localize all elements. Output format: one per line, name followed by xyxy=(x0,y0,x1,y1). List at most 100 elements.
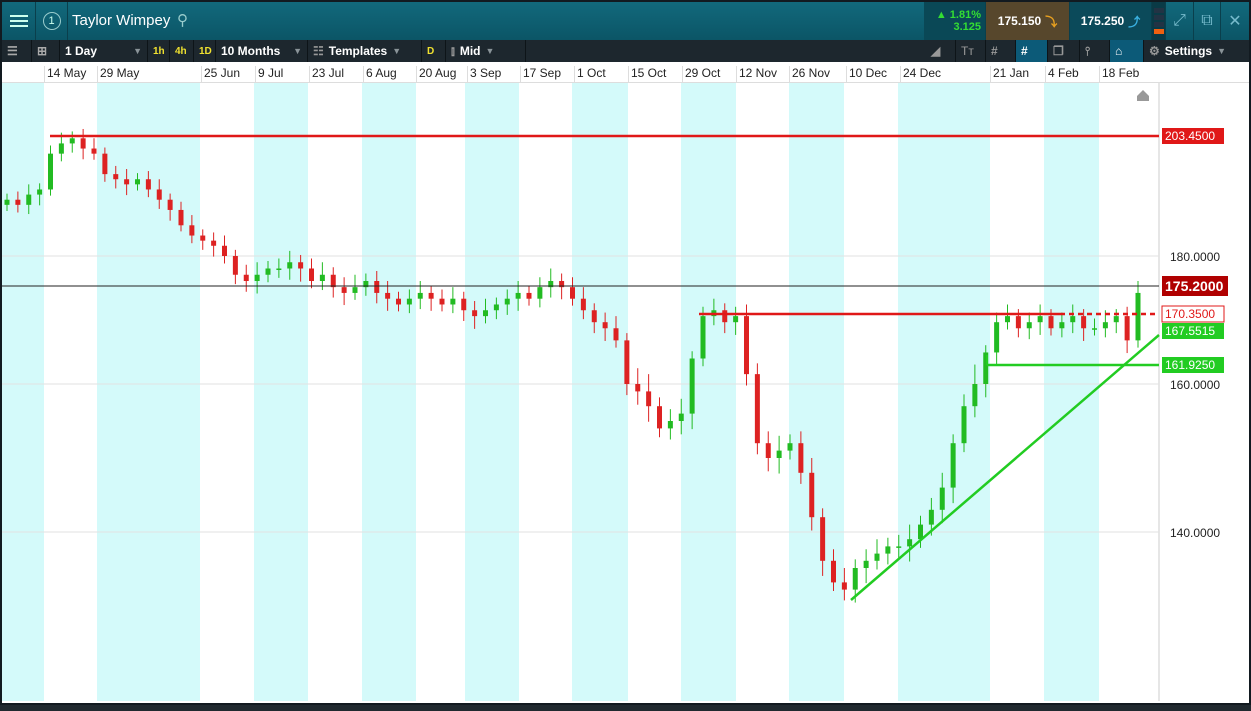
date-label: 15 Oct xyxy=(628,66,666,83)
price-tag-label: 170.3500 xyxy=(1165,307,1215,321)
candle-body xyxy=(776,450,782,458)
settings-select[interactable]: ⚙ Settings ▼ xyxy=(1144,40,1249,62)
templates-select[interactable]: ☷ Templates ▼ xyxy=(308,40,422,62)
candle-body xyxy=(1113,316,1119,323)
sell-price: 175.150 xyxy=(997,14,1042,28)
chart-plot[interactable]: 180.0000 160.0000 140.0000 203.4500 175.2000… xyxy=(2,83,1249,703)
candle-body xyxy=(515,292,521,299)
candle-body xyxy=(352,287,358,293)
workspace-number: 1 xyxy=(42,12,61,30)
candle-body xyxy=(374,281,380,293)
up-arrow-icon: ▲ xyxy=(935,9,950,21)
candle-body xyxy=(298,262,304,269)
popout-icon[interactable]: ⧉ xyxy=(1194,2,1221,40)
search-icon[interactable]: ⚲ xyxy=(177,11,188,29)
interval-1h-button[interactable]: 1h xyxy=(148,40,170,62)
candle-body xyxy=(102,153,108,175)
candle-body xyxy=(537,287,543,299)
crosshair-icon[interactable]: # xyxy=(1016,40,1048,62)
candle-body xyxy=(809,472,815,518)
buy-button[interactable]: 175.250 ⤴ xyxy=(1070,2,1152,40)
close-icon[interactable]: ✕ xyxy=(1221,2,1249,40)
candle-body xyxy=(15,199,21,205)
candle-body xyxy=(939,487,945,510)
candle-body xyxy=(222,245,227,256)
drawing-tool-icon[interactable]: ◢ xyxy=(926,40,956,62)
text-tool-icon[interactable]: Tт xyxy=(956,40,986,62)
time-band xyxy=(572,83,628,701)
date-axis: 14 May 29 May 25 Jun 9 Jul 23 Jul 6 Aug 20 Aug… xyxy=(2,62,1249,83)
candle-body xyxy=(635,384,641,392)
sell-button[interactable]: 175.150 ⤵ xyxy=(986,2,1070,40)
candle-body xyxy=(1059,322,1065,329)
candle-body xyxy=(243,274,249,281)
candle-body xyxy=(863,560,869,568)
candle-body xyxy=(820,517,826,561)
candle-body xyxy=(613,328,619,341)
candle-body xyxy=(135,179,140,185)
interval-select[interactable]: 1 Day ▼ xyxy=(60,40,148,62)
candle-body xyxy=(1092,328,1097,330)
candle-body xyxy=(657,406,662,429)
interval-value: 1 Day xyxy=(65,44,98,58)
price-tag-label: 175.2000 xyxy=(1165,278,1224,294)
candle-body xyxy=(580,298,586,311)
date-label: 12 Nov xyxy=(736,66,777,83)
date-label: 29 May xyxy=(97,66,139,83)
range-select[interactable]: 10 Months ▼ xyxy=(216,40,308,62)
instrument-title[interactable]: Taylor Wimpey xyxy=(72,12,170,29)
candle-body xyxy=(1005,316,1010,323)
change-pct: 1.81% xyxy=(949,9,981,21)
candle-body xyxy=(69,138,75,144)
title-bar: 1 Taylor Wimpey ⚲ ▲ 1.81% 3.125 175.150 ⤵… xyxy=(2,2,1249,40)
candle-body xyxy=(341,287,347,293)
label: 1D xyxy=(199,45,212,57)
d-button[interactable]: D xyxy=(422,40,446,62)
date-label: 23 Jul xyxy=(309,66,344,83)
candle-body xyxy=(831,560,836,583)
candle-body xyxy=(330,274,336,288)
interval-4h-button[interactable]: 4h xyxy=(170,40,194,62)
candle-body xyxy=(841,582,847,590)
chevron-down-icon: ▼ xyxy=(485,46,495,56)
candle-body xyxy=(526,292,532,299)
label: 1h xyxy=(153,45,165,57)
menu-icon[interactable] xyxy=(2,2,36,40)
candle-body xyxy=(472,310,478,317)
date-label: 14 May xyxy=(44,66,86,83)
workspace-link-button[interactable]: 1 xyxy=(36,2,68,40)
overlay-icon[interactable]: ❐ xyxy=(1048,40,1080,62)
candle-body xyxy=(591,310,597,323)
home-arrow-icon[interactable] xyxy=(1137,90,1149,101)
candle-body xyxy=(37,189,43,195)
price-tag-label: 167.5515 xyxy=(1165,324,1215,338)
interval-1d-button[interactable]: 1D xyxy=(194,40,216,62)
buy-price: 175.250 xyxy=(1080,14,1125,28)
date-label: 26 Nov xyxy=(789,66,830,83)
indicator-icon[interactable]: ⫯ xyxy=(1080,40,1110,62)
grid-icon[interactable]: # xyxy=(986,40,1016,62)
candle-body xyxy=(1048,316,1054,329)
y-tick-label: 180.0000 xyxy=(1170,250,1220,264)
candlestick-chart[interactable]: 180.0000 160.0000 140.0000 203.4500 175.2000… xyxy=(2,83,1249,703)
time-band xyxy=(465,83,519,701)
candle-body xyxy=(91,148,97,154)
candle-body xyxy=(1102,322,1108,329)
price-label-icon[interactable]: ⌂ xyxy=(1110,40,1144,62)
label: 4h xyxy=(175,45,187,57)
time-band xyxy=(2,83,44,701)
candle-body xyxy=(254,274,260,281)
candle-body xyxy=(406,298,412,305)
candle-body xyxy=(276,268,282,270)
up-arrow-icon: ⤴ xyxy=(1128,14,1141,29)
list-icon[interactable]: ☰ xyxy=(2,40,32,62)
date-label: 21 Jan xyxy=(990,66,1029,83)
candle-body xyxy=(961,406,967,444)
candle-body xyxy=(972,384,978,407)
layout-icon[interactable]: ⊞ xyxy=(32,40,60,62)
price-type-select[interactable]: ⫾ Mid ▼ xyxy=(446,40,526,62)
expand-icon[interactable]: ⤢ xyxy=(1166,2,1194,40)
candle-body xyxy=(4,199,10,205)
price-type-value: Mid xyxy=(459,44,481,58)
candles-icon: ⫾ xyxy=(451,43,455,58)
